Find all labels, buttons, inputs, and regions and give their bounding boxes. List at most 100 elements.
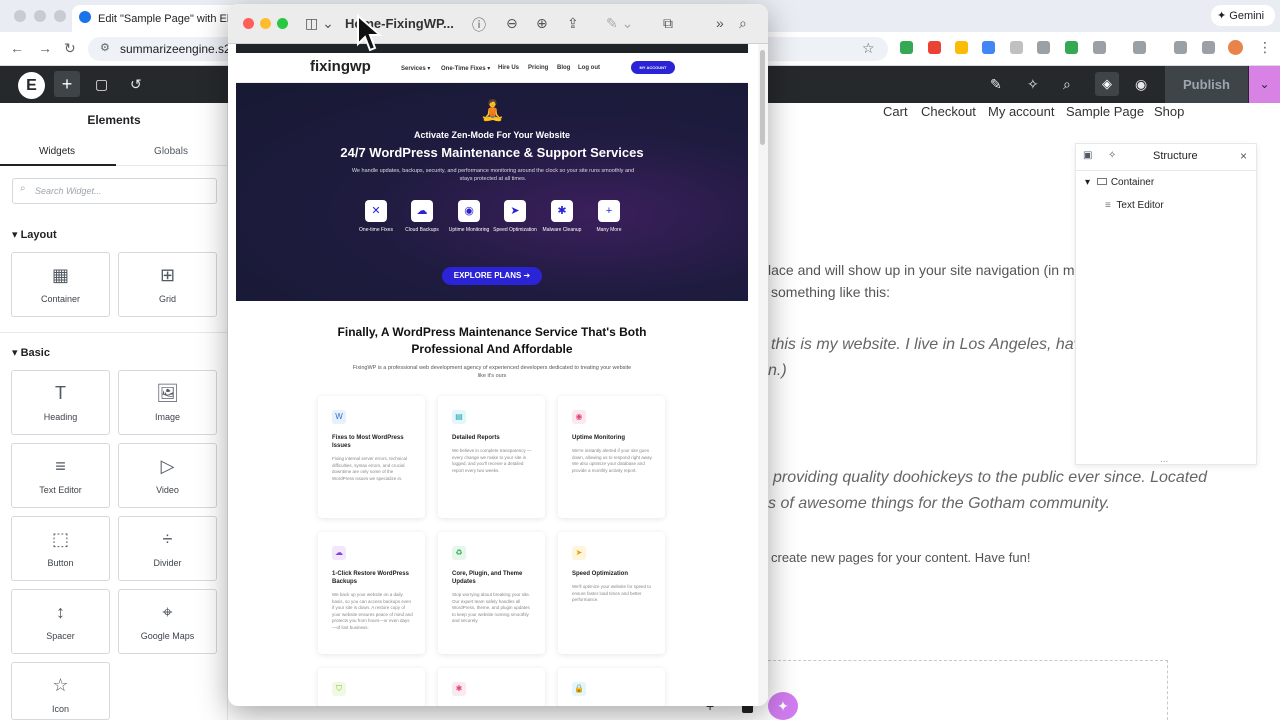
- extension-icon[interactable]: [928, 41, 941, 54]
- fixingwp-logo[interactable]: fixingwp: [310, 58, 371, 75]
- widget-grid[interactable]: ⊞ Grid: [118, 252, 217, 317]
- cloud-backups-icon[interactable]: ☁: [411, 200, 433, 222]
- widget-heading[interactable]: T Heading: [11, 370, 110, 435]
- widget-video[interactable]: ▷ Video: [118, 443, 217, 508]
- zoom-out-icon[interactable]: ⊖: [506, 15, 518, 32]
- feature-card[interactable]: ▤ Detailed Reports We believe in complet…: [438, 396, 545, 518]
- close-icon[interactable]: ×: [1240, 149, 1247, 163]
- extension-icon[interactable]: [1010, 41, 1023, 54]
- fixingwp-nav-blog[interactable]: Blog: [557, 65, 570, 71]
- extension-icon[interactable]: [900, 41, 913, 54]
- gemini-button[interactable]: ✦ Gemini: [1211, 5, 1275, 26]
- scrollbar-thumb[interactable]: [760, 50, 765, 145]
- malware-cleanup-icon[interactable]: ✱: [551, 200, 573, 222]
- feature-card[interactable]: ➤ Speed Optimization We'll optimize your…: [558, 532, 665, 654]
- fixingwp-nav-services[interactable]: Services ▾: [401, 65, 430, 72]
- publish-button[interactable]: Publish: [1165, 66, 1248, 103]
- site-settings-icon[interactable]: ✎: [990, 76, 1002, 93]
- tab-widgets[interactable]: Widgets: [0, 146, 114, 166]
- forward-icon[interactable]: →: [38, 40, 52, 56]
- dock-panel-icon[interactable]: ▣: [1083, 150, 1092, 161]
- extension-icon[interactable]: [1065, 41, 1078, 54]
- window-minimize-button[interactable]: [34, 10, 46, 22]
- download-icon[interactable]: [1174, 41, 1187, 54]
- feature-card[interactable]: ☁ 1-Click Restore WordPress Backups We b…: [318, 532, 425, 654]
- nav-link-sample-page[interactable]: Sample Page: [1066, 104, 1144, 119]
- new-window-icon[interactable]: ⧉: [663, 15, 673, 32]
- fixingwp-nav-fixes[interactable]: One-Time Fixes ▾: [441, 65, 490, 72]
- window-close-button[interactable]: [14, 10, 26, 22]
- tab-globals[interactable]: Globals: [114, 146, 228, 166]
- feature-card[interactable]: ✱: [438, 668, 545, 706]
- feature-card[interactable]: ⛉: [318, 668, 425, 706]
- one-time-fixes-icon[interactable]: ✕: [365, 200, 387, 222]
- safari-close-button[interactable]: [243, 18, 254, 29]
- layout-section-heading[interactable]: ▾ Layout: [12, 228, 57, 241]
- structure-item-container[interactable]: ▾ Container: [1085, 177, 1154, 188]
- sidepanel-icon[interactable]: [1202, 41, 1215, 54]
- safari-minimize-button[interactable]: [260, 18, 271, 29]
- fixingwp-nav-pricing[interactable]: Pricing: [528, 65, 548, 71]
- nav-link-checkout[interactable]: Checkout: [921, 104, 976, 119]
- sidebar-toggle-icon[interactable]: ◫ ⌄: [305, 15, 334, 32]
- extension-icon[interactable]: [955, 41, 968, 54]
- profile-avatar[interactable]: [1228, 40, 1243, 55]
- widget-spacer[interactable]: ↕ Spacer: [11, 589, 110, 654]
- empty-drop-section[interactable]: [768, 660, 1168, 720]
- fixingwp-nav-logout[interactable]: Log out: [578, 65, 600, 71]
- zoom-in-icon[interactable]: ⊕: [536, 15, 548, 32]
- extension-icon[interactable]: [1037, 41, 1050, 54]
- extension-icon[interactable]: [982, 41, 995, 54]
- widget-image[interactable]: 🖼 Image: [118, 370, 217, 435]
- markup-pen-icon[interactable]: ✎ ⌄: [606, 15, 633, 32]
- explore-plans-button[interactable]: EXPLORE PLANS ➔: [442, 267, 542, 285]
- uptime-monitoring-icon[interactable]: ◉: [458, 200, 480, 222]
- search-widget-input[interactable]: Search Widget...: [12, 178, 217, 204]
- fixingwp-nav-hire[interactable]: Hire Us: [498, 65, 519, 71]
- search-icon[interactable]: ⌕: [739, 15, 747, 32]
- my-account-button[interactable]: MY ACCOUNT: [631, 61, 675, 74]
- feature-card[interactable]: W Fixes to Most WordPress Issues Fixing …: [318, 396, 425, 518]
- ai-sparkle-icon[interactable]: ✧: [1108, 150, 1116, 161]
- cast-icon[interactable]: [1133, 41, 1146, 54]
- history-icon[interactable]: ↺: [130, 76, 142, 93]
- nav-link-cart[interactable]: Cart: [883, 104, 908, 119]
- notes-icon[interactable]: ✧: [1027, 76, 1039, 93]
- chrome-menu-icon[interactable]: ⋮: [1258, 39, 1272, 56]
- feature-card[interactable]: 🔒: [558, 668, 665, 706]
- overflow-chevron-icon[interactable]: »: [716, 15, 724, 31]
- bookmark-star-icon[interactable]: ☆: [862, 40, 875, 57]
- site-info-icon[interactable]: ⚙: [100, 41, 110, 54]
- preview-eye-icon[interactable]: ◉: [1135, 76, 1147, 93]
- speed-optimization-icon[interactable]: ➤: [504, 200, 526, 222]
- nav-link-my-account[interactable]: My account: [988, 104, 1054, 119]
- safari-zoom-button[interactable]: [277, 18, 288, 29]
- back-icon[interactable]: ←: [10, 40, 24, 56]
- widget-icon[interactable]: ☆ Icon: [11, 662, 110, 720]
- info-icon[interactable]: ⓘ: [472, 15, 486, 35]
- structure-item-text-editor[interactable]: ≡ Text Editor: [1105, 200, 1164, 211]
- nav-link-shop[interactable]: Shop: [1154, 104, 1184, 119]
- browser-tab-active[interactable]: Edit "Sample Page" with Elem: [72, 5, 242, 32]
- window-zoom-button[interactable]: [54, 10, 66, 22]
- feature-card[interactable]: ♻ Core, Plugin, and Theme Updates Stop w…: [438, 532, 545, 654]
- add-element-button[interactable]: +: [54, 71, 80, 97]
- feature-card[interactable]: ◉ Uptime Monitoring We're instantly aler…: [558, 396, 665, 518]
- widget-google-maps[interactable]: ⌖ Google Maps: [118, 589, 217, 654]
- basic-section-heading[interactable]: ▾ Basic: [12, 346, 50, 359]
- ai-assistant-icon[interactable]: ✦: [768, 692, 798, 720]
- finder-search-icon[interactable]: ⌕: [1063, 76, 1071, 93]
- widget-container[interactable]: ▦ Container: [11, 252, 110, 317]
- share-icon[interactable]: ⇪: [567, 15, 579, 32]
- resize-handle-icon[interactable]: ...: [1160, 454, 1168, 465]
- many-more-icon[interactable]: +: [598, 200, 620, 222]
- elementor-logo-icon[interactable]: E: [18, 72, 45, 99]
- extensions-puzzle-icon[interactable]: [1093, 41, 1106, 54]
- widget-text-editor[interactable]: ≡ Text Editor: [11, 443, 110, 508]
- widget-button[interactable]: ⬚ Button: [11, 516, 110, 581]
- widget-divider[interactable]: ÷ Divider: [118, 516, 217, 581]
- publish-options-chevron-icon[interactable]: ⌄: [1249, 66, 1280, 103]
- structure-layers-icon[interactable]: ◈: [1095, 72, 1119, 96]
- reload-icon[interactable]: ↻: [64, 40, 76, 57]
- page-settings-icon[interactable]: ▢: [95, 76, 108, 93]
